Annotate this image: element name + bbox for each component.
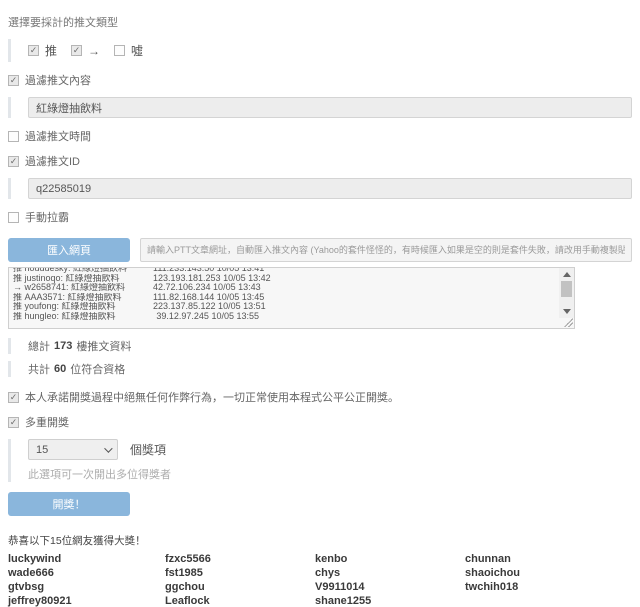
time-filter-checkbox[interactable]: ✓ [8, 131, 19, 142]
multi-draw-row: ✓ 多重開獎 [8, 414, 632, 430]
comment-row: 推 AAA3571: 紅綠燈抽飲料 111.82.168.144 10/05 1… [13, 293, 572, 303]
total-value: 173 [54, 340, 72, 352]
content-filter-label: 過濾推文內容 [25, 72, 91, 88]
lottery-page: 選擇要採計的推文類型 ✓ 推 ✓ → ✓ 噓 ✓ 過濾推文內容 ✓ 過濾推文時間… [0, 0, 640, 607]
winner-name: jeffrey80921 [8, 596, 165, 607]
winner-name: chunnan [465, 554, 632, 565]
multi-draw-help: 此選項可一次開出多位得獎者 [28, 466, 632, 482]
comment-text: 推 hungleo: 紅綠燈抽飲料 [13, 312, 153, 322]
vertical-scrollbar[interactable] [559, 268, 574, 318]
arrow-checkbox-label: → [88, 44, 100, 58]
agreement-row: ✓ 本人承諾開獎過程中絕無任何作弊行為，一切正常使用本程式公平公正開獎。 [8, 389, 632, 405]
scroll-up-icon[interactable] [563, 272, 571, 277]
content-filter-checkbox[interactable]: ✓ [8, 75, 19, 86]
comment-text: 推 justinoqo: 紅綠燈抽飲料 [13, 274, 153, 284]
winner-name: V9911014 [315, 582, 465, 593]
qualified-stat: 共計 60 位符合資格 [8, 361, 632, 377]
boo-checkbox[interactable]: ✓ [114, 45, 125, 56]
winner-name: fzxc5566 [165, 554, 315, 565]
scroll-down-icon[interactable] [563, 309, 571, 314]
push-type-option-push[interactable]: ✓ 推 [28, 42, 57, 59]
agreement-checkbox[interactable]: ✓ [8, 392, 19, 403]
boo-checkbox-label: 噓 [131, 42, 143, 59]
total-comments-stat: 總計 173 樓推文資料 [8, 338, 632, 354]
content-filter-input[interactable] [28, 97, 632, 118]
qualified-prefix: 共計 [28, 361, 50, 377]
push-checkbox-label: 推 [45, 42, 57, 59]
comment-row: 推 justinoqo: 紅綠燈抽飲料 123.193.181.253 10/0… [13, 274, 572, 284]
draw-button[interactable]: 開獎！ [8, 492, 130, 516]
push-checkbox[interactable]: ✓ [28, 45, 39, 56]
import-webpage-button[interactable]: 匯入網頁 [8, 238, 130, 262]
prize-count-suffix: 個獎項 [130, 441, 166, 458]
scrollbar-thumb[interactable] [561, 281, 572, 297]
comment-text: → w2658741: 紅綠燈抽飲料 [13, 283, 153, 293]
comment-row: → w2658741: 紅綠燈抽飲料 42.72.106.234 10/05 1… [13, 283, 572, 293]
id-filter-checkbox[interactable]: ✓ [8, 156, 19, 167]
comments-textarea[interactable]: 推 houduesky: 紅綠燈抽飲料 111.233.143.50 10/05… [8, 267, 575, 329]
prize-count-select[interactable]: 15 [28, 439, 118, 460]
push-type-option-boo[interactable]: ✓ 噓 [114, 42, 143, 59]
push-type-section-label: 選擇要採計的推文類型 [8, 14, 632, 30]
push-type-option-arrow[interactable]: ✓ → [71, 44, 100, 58]
total-suffix: 樓推文資料 [76, 338, 131, 354]
id-filter-row: ✓ 過濾推文ID [8, 153, 632, 169]
winner-name: luckywind [8, 554, 165, 565]
comment-meta: 39.12.97.245 10/05 13:55 [153, 312, 259, 322]
ptt-url-input[interactable] [140, 238, 632, 262]
time-filter-row: ✓ 過濾推文時間 [8, 128, 632, 144]
multi-draw-group: 15 個獎項 此選項可一次開出多位得獎者 [8, 439, 632, 482]
push-type-options: ✓ 推 ✓ → ✓ 噓 [28, 39, 632, 62]
winner-name: shaoichou [465, 568, 632, 579]
winners-grid: luckywind fzxc5566 kenbo chunnan wade666… [8, 554, 632, 607]
id-filter-group [8, 178, 632, 199]
arrow-checkbox[interactable]: ✓ [71, 45, 82, 56]
comment-text: 推 houduesky: 紅綠燈抽飲料 [13, 267, 153, 274]
winner-name: fst1985 [165, 568, 315, 579]
time-filter-label: 過濾推文時間 [25, 128, 91, 144]
winner-name: ggchou [165, 582, 315, 593]
winner-name: shane1255 [315, 596, 465, 607]
winner-name: gtvbsg [8, 582, 165, 593]
winner-name: Leaflock [165, 596, 315, 607]
manual-slot-row: ✓ 手動拉霸 [8, 209, 632, 225]
content-filter-group [8, 97, 632, 118]
winner-name: kenbo [315, 554, 465, 565]
winner-name: chys [315, 568, 465, 579]
comment-row: 推 youfong: 紅綠燈抽飲料 223.137.85.122 10/05 1… [13, 302, 572, 312]
manual-slot-checkbox[interactable]: ✓ [8, 212, 19, 223]
agreement-label: 本人承諾開獎過程中絕無任何作弊行為，一切正常使用本程式公平公正開獎。 [25, 389, 399, 405]
multi-draw-label: 多重開獎 [25, 414, 69, 430]
id-filter-input[interactable] [28, 178, 632, 199]
comment-text: 推 AAA3571: 紅綠燈抽飲料 [13, 293, 153, 303]
results-title: 恭喜以下15位網友獲得大獎！ [8, 533, 632, 548]
winner-name: wade666 [8, 568, 165, 579]
prize-count-value: 15 [36, 444, 48, 456]
winner-name: twchih018 [465, 582, 632, 593]
multi-draw-checkbox[interactable]: ✓ [8, 417, 19, 428]
manual-slot-label: 手動拉霸 [25, 209, 69, 225]
push-type-group: ✓ 推 ✓ → ✓ 噓 [8, 39, 632, 62]
comment-text: 推 youfong: 紅綠燈抽飲料 [13, 302, 153, 312]
resize-grip-icon[interactable] [563, 317, 573, 327]
id-filter-label: 過濾推文ID [25, 153, 80, 169]
content-filter-row: ✓ 過濾推文內容 [8, 72, 632, 88]
comment-row: 推 hungleo: 紅綠燈抽飲料 39.12.97.245 10/05 13:… [13, 312, 572, 322]
qualified-value: 60 [54, 363, 66, 375]
import-row: 匯入網頁 [8, 238, 632, 262]
comments-content: 推 houduesky: 紅綠燈抽飲料 111.233.143.50 10/05… [9, 267, 574, 322]
total-prefix: 總計 [28, 338, 50, 354]
qualified-suffix: 位符合資格 [70, 361, 125, 377]
chevron-down-icon [104, 444, 112, 452]
comment-row: 推 houduesky: 紅綠燈抽飲料 111.233.143.50 10/05… [13, 267, 572, 274]
prize-count-row: 15 個獎項 [28, 439, 632, 460]
